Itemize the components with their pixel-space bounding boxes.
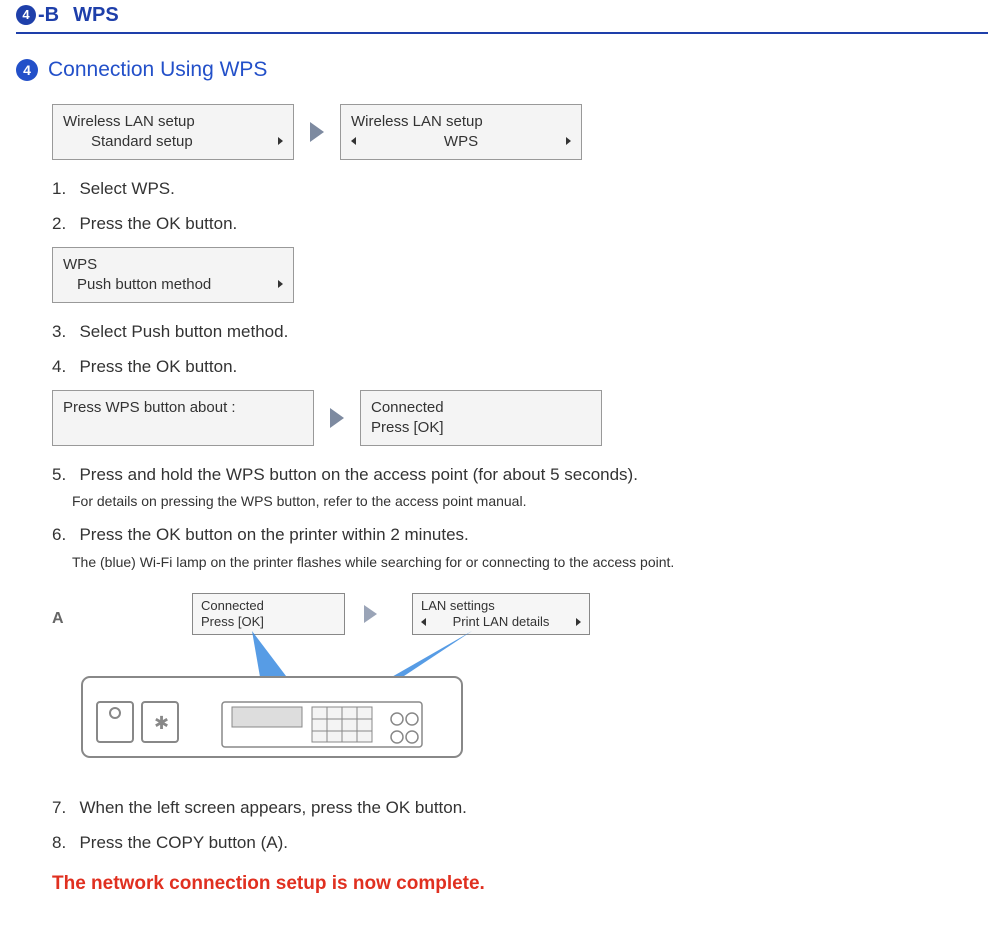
step-7: 7. When the left screen appears, press t… — [52, 795, 988, 821]
step-text: Press the COPY button (A). — [79, 833, 288, 852]
step-6-note: The (blue) Wi-Fi lamp on the printer fla… — [52, 552, 988, 573]
section-header-4b: 4-B WPS — [16, 0, 988, 34]
printer-figure: A Connected Press [OK] LAN settings Prin… — [52, 587, 612, 777]
step-3: 3. Select Push button method. — [52, 319, 988, 345]
arrow-icon — [310, 122, 324, 142]
step-text: Press the OK button. — [79, 357, 237, 376]
callout-lcd-connected: Connected Press [OK] — [192, 593, 345, 636]
printer-illustration: ✱ — [72, 647, 472, 767]
triangle-left-icon — [421, 618, 426, 626]
badge-4b: 4-B — [16, 0, 59, 30]
step-5-note: For details on pressing the WPS button, … — [52, 491, 988, 512]
lcd-connected: Connected Press [OK] — [360, 390, 602, 446]
lcd-line2: Push button method — [63, 275, 211, 295]
lcd-line1: Wireless LAN setup — [63, 112, 283, 132]
step-text: Select Push button method. — [79, 322, 288, 341]
step-2: 2. Press the OK button. — [52, 211, 988, 237]
step-text: When the left screen appears, press the … — [79, 798, 466, 817]
triangle-right-icon — [278, 280, 283, 288]
lcd-line1: WPS — [63, 255, 283, 275]
step-text: Press the OK button on the printer withi… — [79, 525, 468, 544]
step-1: 1. Select WPS. — [52, 176, 988, 202]
callout-label-A: A — [52, 607, 64, 631]
lcd-wireless-standard: Wireless LAN setup Standard setup — [52, 104, 294, 160]
triangle-left-icon — [351, 137, 356, 145]
step-text: Press the OK button. — [79, 214, 237, 233]
lcd-row-3: Press WPS button about : Connected Press… — [52, 390, 988, 446]
callout-arrow — [364, 605, 377, 631]
lcd-row-2: WPS Push button method — [52, 247, 988, 303]
badge-suffix: -B — [38, 0, 59, 30]
callout-line1: LAN settings — [421, 598, 581, 614]
triangle-right-icon — [576, 618, 581, 626]
callout-line2: Print LAN details — [453, 614, 550, 630]
section-title: WPS — [73, 0, 119, 30]
callout-line1: Connected — [201, 598, 336, 614]
arrow-icon — [330, 408, 344, 428]
step-text: Press and hold the WPS button on the acc… — [79, 465, 638, 484]
step-number-circle: 4 — [16, 59, 38, 81]
step-6: 6. Press the OK button on the printer wi… — [52, 522, 988, 573]
step-5: 5. Press and hold the WPS button on the … — [52, 462, 988, 513]
lcd-row-1: Wireless LAN setup Standard setup Wirele… — [52, 104, 988, 160]
lcd-wps-push: WPS Push button method — [52, 247, 294, 303]
lcd-line2: WPS — [444, 132, 478, 152]
lcd-line1: Wireless LAN setup — [351, 112, 571, 132]
step-4: 4. Press the OK button. — [52, 354, 988, 380]
lcd-press-wps: Press WPS button about : — [52, 390, 314, 446]
step-header: 4 Connection Using WPS — [16, 54, 988, 86]
step-title: Connection Using WPS — [48, 54, 267, 86]
lcd-line2: Press [OK] — [371, 418, 591, 438]
step-text: Select WPS. — [79, 179, 174, 198]
lcd-line2: Standard setup — [63, 132, 193, 152]
lcd-wireless-wps: Wireless LAN setup WPS — [340, 104, 582, 160]
lcd-line1: Press WPS button about : — [63, 398, 303, 418]
callout-lcd-lan-settings: LAN settings Print LAN details — [412, 593, 590, 636]
triangle-right-icon — [278, 137, 283, 145]
badge-number-circle: 4 — [16, 5, 36, 25]
step-8: 8. Press the COPY button (A). — [52, 830, 988, 856]
svg-text:✱: ✱ — [154, 713, 169, 733]
lcd-line1: Connected — [371, 398, 591, 418]
completion-message: The network connection setup is now comp… — [52, 870, 988, 899]
triangle-right-icon — [566, 137, 571, 145]
callout-line2: Press [OK] — [201, 614, 336, 630]
